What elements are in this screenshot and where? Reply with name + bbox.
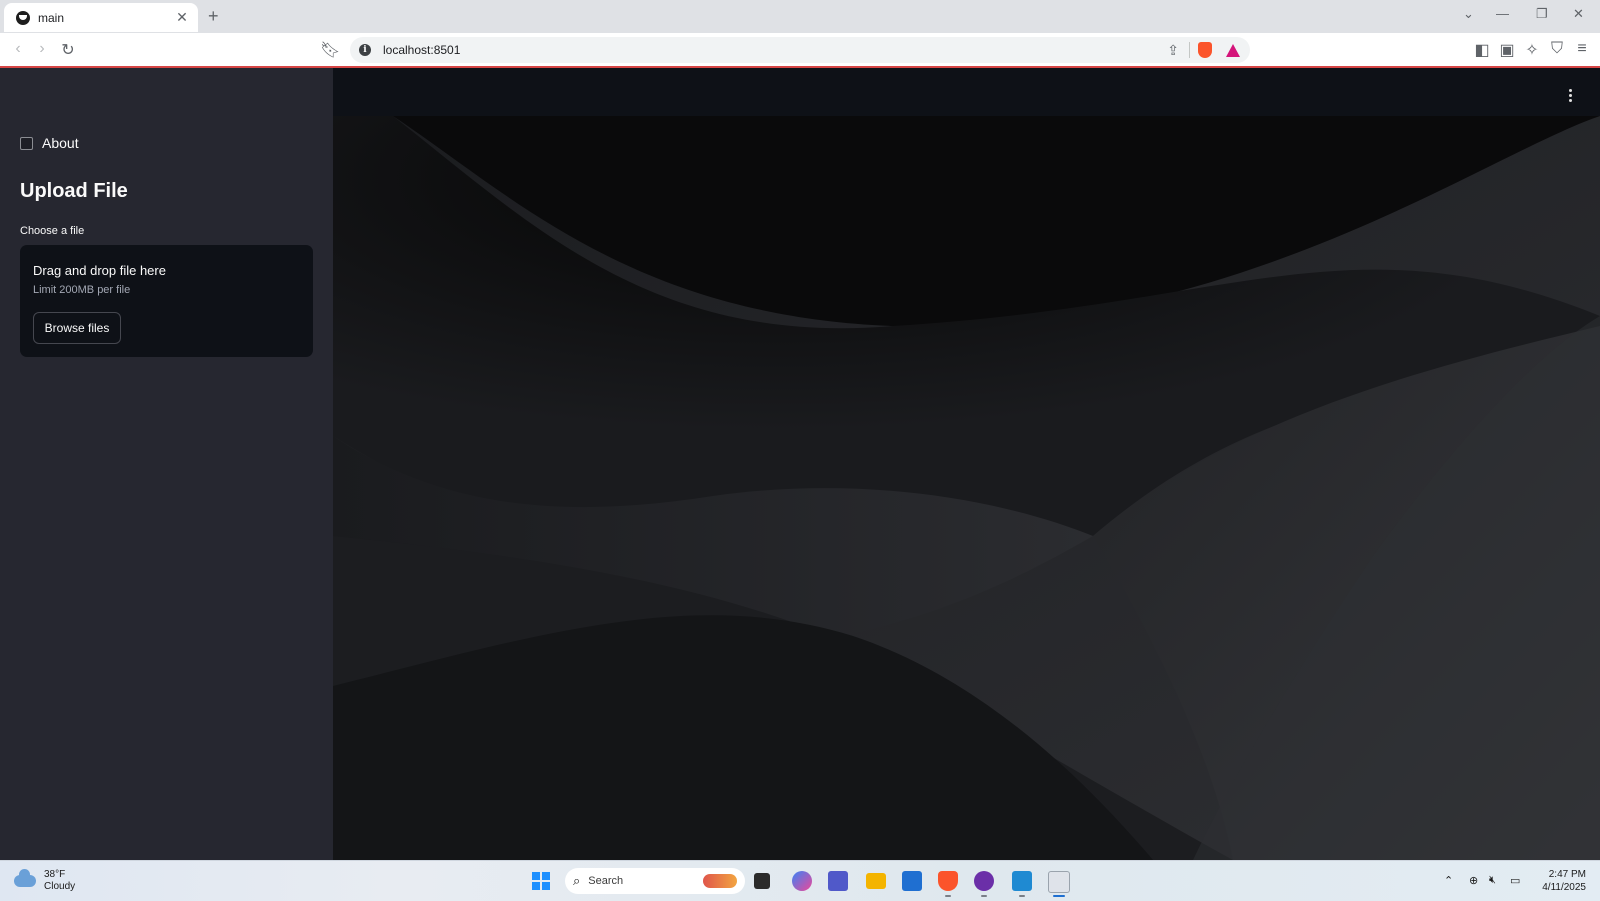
- file-dropzone[interactable]: Drag and drop file here Limit 200MB per …: [20, 245, 313, 357]
- teams-icon[interactable]: [828, 871, 848, 891]
- language-icon[interactable]: ⊕: [1469, 874, 1478, 887]
- checkbox-box[interactable]: [20, 136, 33, 150]
- weather-temp: 38°F: [44, 869, 66, 880]
- weather-widget[interactable]: 38°F Cloudy: [14, 869, 75, 893]
- tab-title: main: [38, 10, 65, 25]
- share-icon[interactable]: ⇪: [1167, 42, 1179, 59]
- copilot-icon[interactable]: [792, 871, 812, 891]
- microsoft-store-icon[interactable]: [902, 871, 922, 891]
- restore-icon[interactable]: ❐: [1536, 6, 1548, 22]
- uploader-label: Choose a file: [20, 225, 85, 237]
- task-view-icon[interactable]: [754, 873, 770, 889]
- clock-date: 4/11/2025: [1542, 882, 1586, 893]
- windows-start-icon[interactable]: [532, 872, 550, 890]
- about-label: About: [42, 135, 79, 151]
- volume-muted-icon[interactable]: 🔇︎: [1489, 874, 1496, 887]
- browser-tab[interactable]: main ✕: [4, 3, 198, 32]
- browser-tab-bar: main ✕ + ⌄ — ❐ ✕: [0, 0, 1600, 33]
- app-icon[interactable]: [974, 871, 994, 891]
- active-indicator: [1019, 895, 1025, 897]
- plus-icon[interactable]: +: [208, 6, 219, 27]
- reload-icon[interactable]: ↻: [58, 40, 78, 60]
- divider: [1189, 42, 1190, 58]
- weather-cloud-icon: [14, 869, 36, 887]
- vpn-icon[interactable]: ⛉: [1547, 40, 1567, 58]
- app-main: [333, 68, 1600, 860]
- search-placeholder: Search: [588, 875, 624, 887]
- background-image: [333, 116, 1600, 860]
- app-sidebar: About Upload File Choose a file Drag and…: [0, 68, 333, 860]
- address-bar[interactable]: i localhost:8501 ⇪: [350, 37, 1250, 63]
- brave-browser-icon[interactable]: [938, 871, 958, 891]
- sidebar-toggle-icon[interactable]: ◧: [1472, 40, 1492, 60]
- active-indicator: [981, 895, 987, 897]
- wallet-icon[interactable]: ▣: [1497, 40, 1517, 60]
- search-highlight-icon: [703, 874, 737, 888]
- menu-icon[interactable]: ≡: [1572, 40, 1592, 58]
- browser-toolbar: ‹ › ↻ 🔖︎ i localhost:8501 ⇪ ◧ ▣ ✧ ⛉ ≡: [0, 33, 1600, 68]
- active-indicator: [1053, 895, 1065, 897]
- info-icon[interactable]: i: [359, 44, 371, 56]
- active-indicator: [945, 895, 951, 897]
- upload-title: Upload File: [20, 180, 128, 202]
- window-close-icon[interactable]: ✕: [1573, 6, 1584, 22]
- browse-files-button[interactable]: Browse files: [33, 312, 121, 344]
- kebab-menu-icon[interactable]: [1569, 89, 1572, 104]
- vscode-icon[interactable]: [1012, 871, 1032, 891]
- app-header: [333, 68, 1600, 116]
- chevron-up-icon[interactable]: ⌃: [1444, 874, 1453, 887]
- close-icon[interactable]: ✕: [174, 9, 190, 26]
- dropzone-instruction: Drag and drop file here: [33, 263, 166, 278]
- url-text[interactable]: localhost:8501: [383, 43, 1167, 57]
- dropzone-limit: Limit 200MB per file: [33, 284, 131, 296]
- weather-condition: Cloudy: [44, 881, 76, 892]
- windows-taskbar: 38°F Cloudy ⌕ Search ⌃ ⊕ 🔇︎ ▭ 2:47 PM 4/…: [0, 860, 1600, 901]
- about-checkbox[interactable]: About: [20, 135, 79, 151]
- streamlit-favicon-icon: [16, 10, 30, 25]
- chevron-down-icon[interactable]: ⌄: [1463, 6, 1474, 22]
- back-icon[interactable]: ‹: [8, 40, 28, 58]
- battery-icon[interactable]: ▭: [1510, 874, 1520, 887]
- taskbar-search[interactable]: ⌕ Search: [565, 868, 745, 894]
- forward-icon[interactable]: ›: [32, 40, 52, 58]
- clock-time: 2:47 PM: [1548, 869, 1586, 880]
- snipping-tool-icon[interactable]: [1048, 871, 1070, 893]
- system-clock[interactable]: 2:47 PM 4/11/2025: [1542, 868, 1586, 894]
- search-icon: ⌕: [573, 873, 581, 888]
- brave-shields-icon[interactable]: [1198, 42, 1212, 58]
- brave-rewards-icon[interactable]: [1226, 43, 1240, 57]
- bookmark-icon[interactable]: 🔖︎: [320, 40, 340, 60]
- leo-ai-icon[interactable]: ✧: [1522, 40, 1542, 60]
- file-explorer-icon[interactable]: [866, 873, 886, 889]
- minimize-icon[interactable]: —: [1496, 6, 1509, 21]
